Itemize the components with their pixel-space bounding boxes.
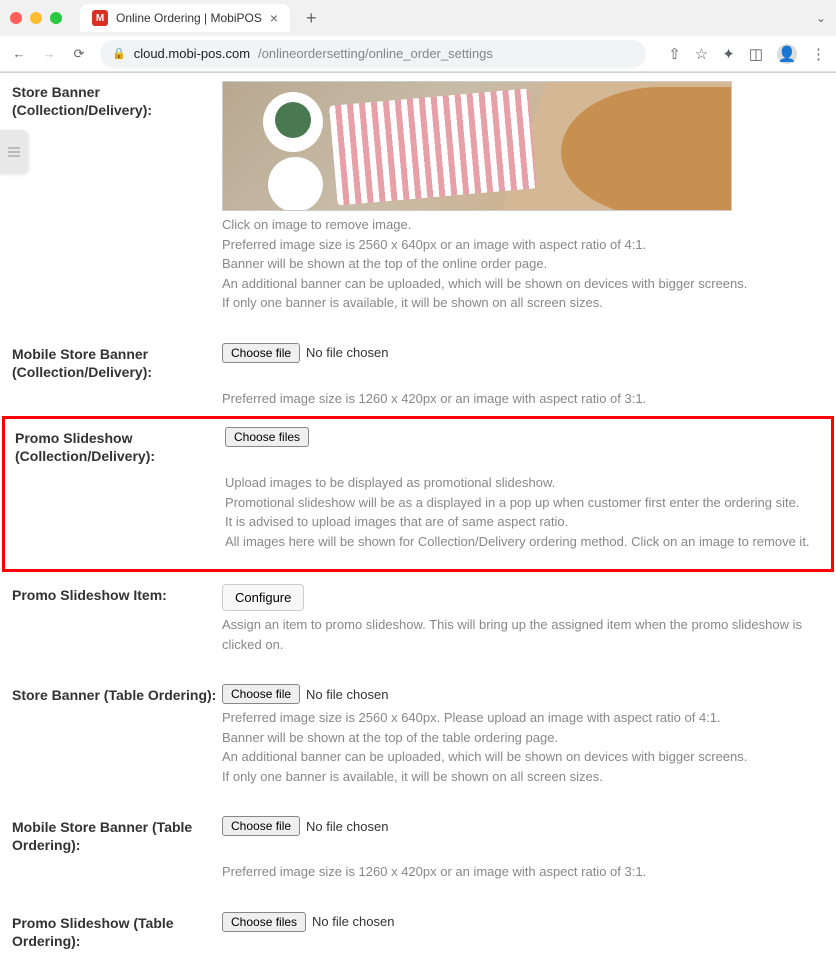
mobile-banner-file-input[interactable]: Choose file No file chosen — [222, 343, 388, 363]
table-promo-label: Promo Slideshow (Table Ordering): — [12, 912, 222, 950]
store-banner-row: Store Banner (Collection/Delivery): Clic… — [12, 81, 824, 313]
new-tab-button[interactable]: + — [306, 8, 317, 29]
back-button[interactable]: ← — [10, 45, 28, 63]
bookmark-icon[interactable]: ☆ — [695, 45, 708, 63]
side-drawer-handle[interactable] — [0, 130, 28, 174]
tab-favicon: M — [92, 10, 108, 26]
maximize-window-button[interactable] — [50, 12, 62, 24]
file-status: No file chosen — [306, 345, 388, 360]
choose-files-button[interactable]: Choose files — [225, 427, 309, 447]
forward-button[interactable]: → — [40, 45, 58, 63]
table-mobile-banner-file-input[interactable]: Choose file No file chosen — [222, 816, 388, 836]
choose-files-button[interactable]: Choose files — [222, 912, 306, 932]
promo-slideshow-help: Upload images to be displayed as promoti… — [225, 473, 821, 551]
promo-item-label: Promo Slideshow Item: — [12, 584, 222, 604]
promo-item-help: Assign an item to promo slideshow. This … — [222, 615, 824, 654]
address-bar[interactable]: 🔒 cloud.mobi-pos.com/onlineordersetting/… — [100, 40, 646, 68]
promo-slideshow-file-input[interactable]: Choose files — [225, 427, 309, 447]
tab-title: Online Ordering | MobiPOS — [116, 11, 262, 25]
close-window-button[interactable] — [10, 12, 22, 24]
choose-file-button[interactable]: Choose file — [222, 343, 300, 363]
table-promo-file-input[interactable]: Choose files No file chosen — [222, 912, 394, 932]
mobile-banner-help: Preferred image size is 1260 x 420px or … — [222, 389, 824, 409]
tab-close-icon[interactable]: × — [270, 10, 278, 26]
store-banner-label: Store Banner (Collection/Delivery): — [12, 81, 222, 119]
profile-avatar[interactable]: 👤 — [777, 44, 797, 64]
mobile-banner-label: Mobile Store Banner (Collection/Delivery… — [12, 343, 222, 381]
mobile-banner-row: Mobile Store Banner (Collection/Delivery… — [12, 343, 824, 409]
table-mobile-banner-label: Mobile Store Banner (Table Ordering): — [12, 816, 222, 854]
tabs-dropdown-icon[interactable]: ⌄ — [816, 11, 826, 25]
browser-chrome: M Online Ordering | MobiPOS × + ⌄ ← → ⟳ … — [0, 0, 836, 73]
promo-slideshow-highlight: Promo Slideshow (Collection/Delivery): C… — [2, 416, 834, 572]
table-mobile-banner-help: Preferred image size is 1260 x 420px or … — [222, 862, 824, 882]
promo-item-row: Promo Slideshow Item: Configure Assign a… — [12, 584, 824, 654]
store-banner-image[interactable] — [222, 81, 732, 211]
table-banner-file-input[interactable]: Choose file No file chosen — [222, 684, 388, 704]
window-controls — [10, 12, 62, 24]
extensions-icon[interactable]: ✦ — [722, 45, 735, 63]
file-status: No file chosen — [312, 914, 394, 929]
share-icon[interactable]: ⇧ — [668, 45, 681, 63]
lock-icon: 🔒 — [112, 47, 126, 60]
promo-slideshow-row: Promo Slideshow (Collection/Delivery): C… — [15, 427, 821, 551]
minimize-window-button[interactable] — [30, 12, 42, 24]
store-banner-help: Click on image to remove image. Preferre… — [222, 215, 824, 313]
table-mobile-banner-row: Mobile Store Banner (Table Ordering): Ch… — [12, 816, 824, 882]
choose-file-button[interactable]: Choose file — [222, 684, 300, 704]
file-status: No file chosen — [306, 819, 388, 834]
table-banner-help: Preferred image size is 2560 x 640px. Pl… — [222, 708, 824, 786]
table-banner-label: Store Banner (Table Ordering): — [12, 684, 222, 704]
browser-toolbar: ← → ⟳ 🔒 cloud.mobi-pos.com/onlineorderse… — [0, 36, 836, 72]
promo-slideshow-label: Promo Slideshow (Collection/Delivery): — [15, 427, 225, 465]
url-host: cloud.mobi-pos.com — [134, 46, 250, 61]
table-promo-row: Promo Slideshow (Table Ordering): Choose… — [12, 912, 824, 950]
menu-lines-icon — [7, 145, 21, 159]
table-banner-row: Store Banner (Table Ordering): Choose fi… — [12, 684, 824, 786]
titlebar: M Online Ordering | MobiPOS × + ⌄ — [0, 0, 836, 36]
toolbar-actions: ⇧ ☆ ✦ ◫ 👤 ⋮ — [668, 44, 826, 64]
menu-icon[interactable]: ⋮ — [811, 45, 826, 63]
browser-tab[interactable]: M Online Ordering | MobiPOS × — [80, 4, 290, 32]
choose-file-button[interactable]: Choose file — [222, 816, 300, 836]
file-status: No file chosen — [306, 687, 388, 702]
settings-page: Store Banner (Collection/Delivery): Clic… — [0, 73, 836, 978]
url-path: /onlineordersetting/online_order_setting… — [258, 46, 493, 61]
reload-button[interactable]: ⟳ — [70, 45, 88, 63]
panel-icon[interactable]: ◫ — [749, 45, 763, 63]
configure-button[interactable]: Configure — [222, 584, 304, 611]
